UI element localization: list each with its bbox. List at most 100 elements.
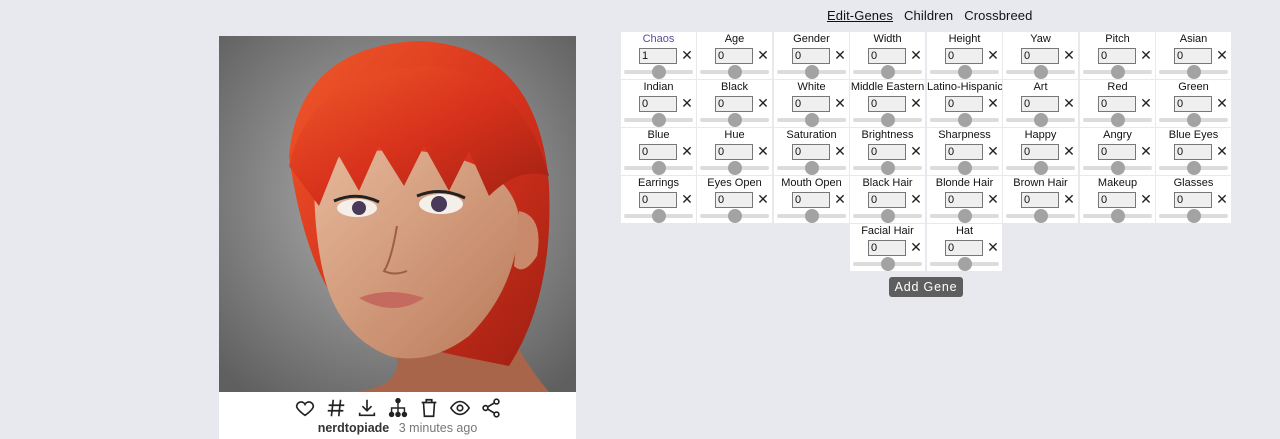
remove-gene-icon[interactable]: ✕ [910,95,922,111]
remove-gene-icon[interactable]: ✕ [1216,47,1228,63]
gene-value-input[interactable] [1174,96,1212,112]
gene-slider-thumb[interactable] [1110,113,1125,127]
remove-gene-icon[interactable]: ✕ [1140,191,1152,207]
remove-gene-icon[interactable]: ✕ [834,95,846,111]
gene-slider-thumb[interactable] [727,113,742,127]
remove-gene-icon[interactable]: ✕ [757,143,769,159]
remove-gene-icon[interactable]: ✕ [910,143,922,159]
remove-gene-icon[interactable]: ✕ [987,239,999,255]
gene-value-input[interactable] [868,144,906,160]
tab-edit-genes[interactable]: Edit-Genes [827,8,893,23]
gene-slider-thumb[interactable] [880,113,895,127]
gene-value-input[interactable] [715,192,753,208]
gene-slider-thumb[interactable] [804,209,819,223]
gene-slider-thumb[interactable] [1186,161,1201,175]
gene-value-input[interactable] [1174,48,1212,64]
gene-value-input[interactable] [792,192,830,208]
gene-slider-thumb[interactable] [957,65,972,79]
gene-slider-thumb[interactable] [727,161,742,175]
gene-slider-thumb[interactable] [880,257,895,271]
gene-slider-thumb[interactable] [804,65,819,79]
remove-gene-icon[interactable]: ✕ [987,191,999,207]
gene-slider-thumb[interactable] [651,113,666,127]
remove-gene-icon[interactable]: ✕ [1216,95,1228,111]
heart-icon[interactable] [293,397,316,420]
remove-gene-icon[interactable]: ✕ [1063,47,1075,63]
remove-gene-icon[interactable]: ✕ [1140,95,1152,111]
gene-value-input[interactable] [1098,96,1136,112]
remove-gene-icon[interactable]: ✕ [1140,143,1152,159]
trash-icon[interactable] [417,397,440,420]
gene-value-input[interactable] [1021,192,1059,208]
gene-value-input[interactable] [792,96,830,112]
eye-icon[interactable] [448,397,471,420]
gene-value-input[interactable] [868,192,906,208]
remove-gene-icon[interactable]: ✕ [681,47,693,63]
gene-value-input[interactable] [945,192,983,208]
gene-slider-thumb[interactable] [957,257,972,271]
remove-gene-icon[interactable]: ✕ [910,47,922,63]
remove-gene-icon[interactable]: ✕ [757,47,769,63]
gene-slider-thumb[interactable] [1033,161,1048,175]
remove-gene-icon[interactable]: ✕ [834,143,846,159]
gene-value-input[interactable] [1098,192,1136,208]
gene-slider-thumb[interactable] [651,161,666,175]
tab-children[interactable]: Children [904,8,953,23]
gene-value-input[interactable] [639,48,677,64]
gene-slider-thumb[interactable] [1033,113,1048,127]
remove-gene-icon[interactable]: ✕ [987,47,999,63]
tab-crossbreed[interactable]: Crossbreed [964,8,1032,23]
gene-slider-thumb[interactable] [1110,161,1125,175]
gene-value-input[interactable] [945,48,983,64]
remove-gene-icon[interactable]: ✕ [757,95,769,111]
gene-value-input[interactable] [1174,144,1212,160]
download-icon[interactable] [355,397,378,420]
gene-value-input[interactable] [1098,48,1136,64]
gene-value-input[interactable] [1021,96,1059,112]
remove-gene-icon[interactable]: ✕ [681,191,693,207]
share-icon[interactable] [479,397,502,420]
gene-value-input[interactable] [792,48,830,64]
gene-slider-thumb[interactable] [880,209,895,223]
remove-gene-icon[interactable]: ✕ [757,191,769,207]
gene-slider-thumb[interactable] [957,113,972,127]
hash-icon[interactable] [324,397,347,420]
gene-value-input[interactable] [1021,48,1059,64]
gene-value-input[interactable] [792,144,830,160]
remove-gene-icon[interactable]: ✕ [1063,191,1075,207]
gene-slider-thumb[interactable] [727,209,742,223]
gene-value-input[interactable] [868,240,906,256]
remove-gene-icon[interactable]: ✕ [681,143,693,159]
add-gene-button[interactable]: Add Gene [889,277,963,297]
gene-slider-thumb[interactable] [1186,65,1201,79]
gene-slider-thumb[interactable] [957,161,972,175]
gene-value-input[interactable] [639,192,677,208]
gene-value-input[interactable] [715,48,753,64]
gene-value-input[interactable] [945,144,983,160]
remove-gene-icon[interactable]: ✕ [681,95,693,111]
remove-gene-icon[interactable]: ✕ [910,239,922,255]
gene-slider-thumb[interactable] [1033,65,1048,79]
gene-value-input[interactable] [945,240,983,256]
remove-gene-icon[interactable]: ✕ [910,191,922,207]
gene-value-input[interactable] [715,96,753,112]
remove-gene-icon[interactable]: ✕ [834,191,846,207]
gene-slider-thumb[interactable] [727,65,742,79]
gene-value-input[interactable] [639,144,677,160]
gene-slider-thumb[interactable] [1033,209,1048,223]
gene-value-input[interactable] [1021,144,1059,160]
gene-slider-thumb[interactable] [880,65,895,79]
gene-slider-thumb[interactable] [651,209,666,223]
gene-slider-thumb[interactable] [804,113,819,127]
remove-gene-icon[interactable]: ✕ [987,95,999,111]
remove-gene-icon[interactable]: ✕ [1063,95,1075,111]
gene-value-input[interactable] [639,96,677,112]
gene-value-input[interactable] [1098,144,1136,160]
remove-gene-icon[interactable]: ✕ [987,143,999,159]
remove-gene-icon[interactable]: ✕ [1216,191,1228,207]
family-tree-icon[interactable] [386,397,409,420]
remove-gene-icon[interactable]: ✕ [1216,143,1228,159]
gene-slider-thumb[interactable] [804,161,819,175]
gene-slider-thumb[interactable] [651,65,666,79]
gene-value-input[interactable] [868,96,906,112]
